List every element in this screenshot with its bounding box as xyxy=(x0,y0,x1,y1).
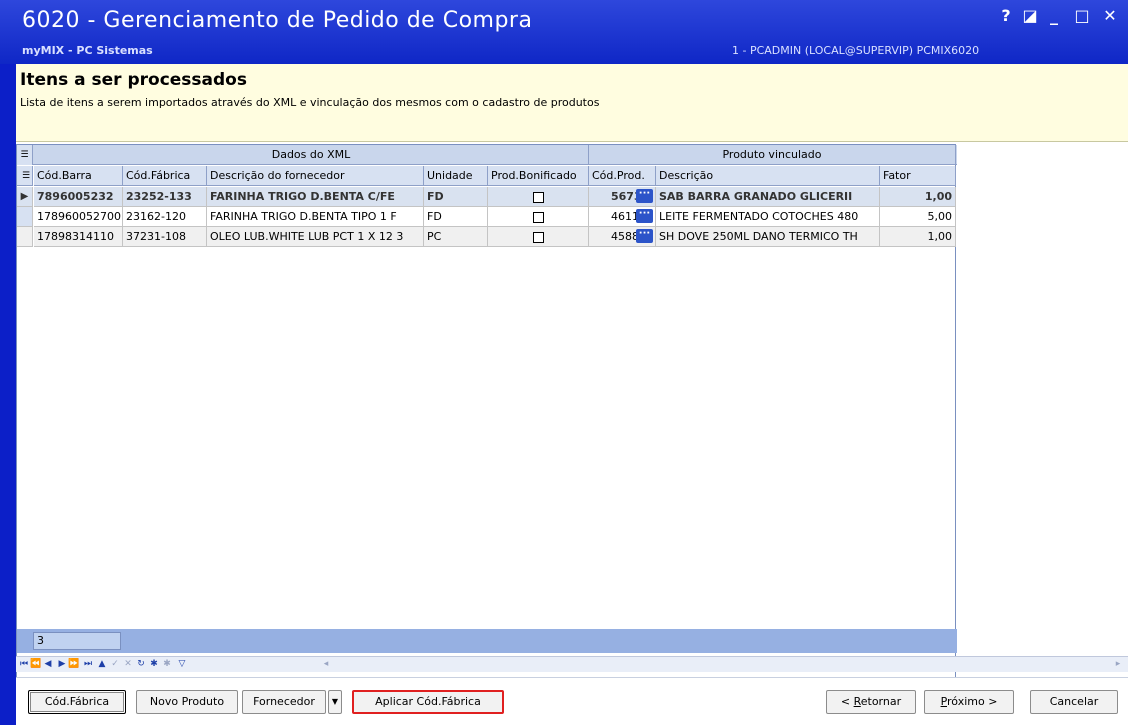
bonificado-checkbox[interactable] xyxy=(532,191,544,203)
fornecedor-dropdown-icon[interactable]: ▼ xyxy=(328,690,342,714)
app-window: 6020 - Gerenciamento de Pedido de Compra… xyxy=(0,0,1128,725)
post-icon: ✓ xyxy=(111,659,119,669)
column-cod-fabrica[interactable]: Cód.Fábrica xyxy=(123,166,207,186)
cell-unidade[interactable]: FD xyxy=(424,207,488,227)
page-description: Lista de itens a serem importados atravé… xyxy=(20,96,600,109)
column-descricao[interactable]: Descrição xyxy=(656,166,880,186)
first-page-icon[interactable]: ⏮ xyxy=(18,658,30,671)
next-page-icon[interactable]: ⏩ xyxy=(68,658,80,671)
next-record-icon[interactable]: ▶ xyxy=(56,658,68,671)
bonificado-checkbox[interactable] xyxy=(532,211,544,223)
maximize-icon[interactable]: □ xyxy=(1072,6,1092,25)
cell-cod-prod[interactable]: 56738 ··· xyxy=(589,187,656,207)
button-bar: Cód.Fábrica Novo Produto Fornecedor ▼ Ap… xyxy=(16,677,1128,725)
scroll-right-icon[interactable]: ▸ xyxy=(1112,658,1124,671)
proximo-button[interactable]: Próximo > xyxy=(924,690,1014,714)
cell-unidade[interactable]: PC xyxy=(424,227,488,247)
row-count: 3 xyxy=(33,632,121,650)
column-fator[interactable]: Fator xyxy=(880,166,956,186)
close-icon[interactable]: ✕ xyxy=(1100,6,1120,25)
column-cod-barra[interactable]: Cód.Barra xyxy=(34,166,123,186)
filter-icon[interactable]: ▽ xyxy=(176,658,188,671)
row-indicator-icon: ▶ xyxy=(17,187,33,207)
cell-cod-barra[interactable]: 17898314110 xyxy=(34,227,123,247)
cell-fator[interactable]: 5,00 xyxy=(880,207,956,227)
column-descricao-fornecedor[interactable]: Descrição do fornecedor xyxy=(207,166,424,186)
lookup-ellipsis-button[interactable]: ··· xyxy=(636,189,653,203)
cell-unidade[interactable]: FD xyxy=(424,187,488,207)
window-subtitle: myMIX - PC Sistemas xyxy=(22,44,153,57)
cell-cod-prod[interactable]: 46119 ··· xyxy=(589,207,656,227)
cell-descricao[interactable]: SH DOVE 250ML DANO TERMICO TH xyxy=(656,227,880,247)
aplicar-cod-fabrica-button[interactable]: Aplicar Cód.Fábrica xyxy=(352,690,504,714)
column-chooser-icon[interactable]: ☰ xyxy=(17,166,33,186)
cod-fabrica-button[interactable]: Cód.Fábrica xyxy=(28,690,126,714)
retornar-prefix: < xyxy=(840,695,854,708)
retornar-accel: R xyxy=(853,695,861,708)
title-bar: 6020 - Gerenciamento de Pedido de Compra… xyxy=(0,0,1128,64)
column-cod-prod[interactable]: Cód.Prod. xyxy=(589,166,656,186)
cancel-edit-icon: ✕ xyxy=(124,659,132,669)
scroll-left-icon[interactable]: ◂ xyxy=(320,658,332,671)
client-area: Itens a ser processados Lista de itens a… xyxy=(16,64,1128,725)
cell-prod-bonificado[interactable] xyxy=(488,227,589,247)
refresh-icon[interactable]: ↻ xyxy=(135,658,147,671)
goto-bookmark-icon: ✱ xyxy=(163,659,171,669)
cell-descricao-fornecedor[interactable]: FARINHA TRIGO D.BENTA TIPO 1 F xyxy=(207,207,424,227)
grid-column-headers: ☰ Cód.Barra Cód.Fábrica Descrição do for… xyxy=(17,166,957,186)
lookup-ellipsis-button[interactable]: ··· xyxy=(636,209,653,223)
row-indicator xyxy=(17,207,33,227)
cell-cod-prod[interactable]: 45885 ··· xyxy=(589,227,656,247)
novo-produto-button[interactable]: Novo Produto xyxy=(136,690,238,714)
table-row[interactable]: 178960052700 23162-120 FARINHA TRIGO D.B… xyxy=(17,207,957,227)
cancelar-button[interactable]: Cancelar xyxy=(1030,690,1118,714)
column-prod-bonificado[interactable]: Prod.Bonificado xyxy=(488,166,589,186)
bonificado-checkbox[interactable] xyxy=(532,231,544,243)
lookup-ellipsis-button[interactable]: ··· xyxy=(636,229,653,243)
cell-cod-fabrica[interactable]: 23252-133 xyxy=(123,187,207,207)
cell-cod-fabrica[interactable]: 37231-108 xyxy=(123,227,207,247)
grid-band-row: ☰ Dados do XML Produto vinculado xyxy=(17,145,957,165)
cell-fator[interactable]: 1,00 xyxy=(880,227,956,247)
last-page-icon[interactable]: ⏭ xyxy=(82,658,94,671)
grid-footer xyxy=(17,629,957,653)
cell-prod-bonificado[interactable] xyxy=(488,207,589,227)
row-indicator xyxy=(17,227,33,247)
prev-page-icon[interactable]: ⏪ xyxy=(30,658,42,671)
cell-descricao-fornecedor[interactable]: OLEO LUB.WHITE LUB PCT 1 X 12 3 xyxy=(207,227,424,247)
window-title: 6020 - Gerenciamento de Pedido de Compra xyxy=(22,8,533,33)
help-icon[interactable]: ? xyxy=(996,6,1016,25)
band-dados-xml: Dados do XML xyxy=(34,145,589,165)
column-unidade[interactable]: Unidade xyxy=(424,166,488,186)
cell-cod-barra[interactable]: 7896005232 xyxy=(34,187,123,207)
bookmark-icon[interactable]: ✱ xyxy=(148,658,160,671)
page-title: Itens a ser processados xyxy=(20,70,247,90)
cell-prod-bonificado[interactable] xyxy=(488,187,589,207)
user-info: 1 - PCADMIN (LOCAL@SUPERVIP) PCMIX6020 xyxy=(732,44,980,57)
insert-icon[interactable]: ▲ xyxy=(96,658,108,671)
table-row[interactable]: 17898314110 37231-108 OLEO LUB.WHITE LUB… xyxy=(17,227,957,247)
grid-navigator: ⏮ ⏪ ◀ ▶ ⏩ ⏭ ▲ ✓ ✕ ↻ ✱ ✱ ▽ ◂ ▸ xyxy=(16,656,1128,672)
retornar-button[interactable]: < Retornar xyxy=(826,690,916,714)
fornecedor-button[interactable]: Fornecedor xyxy=(242,690,326,714)
retornar-rest: etornar xyxy=(860,695,902,708)
restore-icon[interactable]: ◪ xyxy=(1020,6,1040,25)
band-menu-icon[interactable]: ☰ xyxy=(17,145,33,165)
band-produto-vinculado: Produto vinculado xyxy=(589,145,956,165)
cell-cod-barra[interactable]: 178960052700 xyxy=(34,207,123,227)
proximo-rest: róximo > xyxy=(947,695,998,708)
cell-descricao[interactable]: LEITE FERMENTADO COTOCHES 480 xyxy=(656,207,880,227)
items-grid[interactable]: ☰ Dados do XML Produto vinculado ☰ Cód.B… xyxy=(16,144,957,706)
cell-fator[interactable]: 1,00 xyxy=(880,187,956,207)
prev-record-icon[interactable]: ◀ xyxy=(42,658,54,671)
cell-descricao[interactable]: SAB BARRA GRANADO GLICERII xyxy=(656,187,880,207)
minimize-icon[interactable]: _ xyxy=(1044,6,1064,25)
table-row[interactable]: ▶ 7896005232 23252-133 FARINHA TRIGO D.B… xyxy=(17,187,957,207)
cell-descricao-fornecedor[interactable]: FARINHA TRIGO D.BENTA C/FE xyxy=(207,187,424,207)
cell-cod-fabrica[interactable]: 23162-120 xyxy=(123,207,207,227)
header-panel: Itens a ser processados Lista de itens a… xyxy=(16,64,1128,142)
